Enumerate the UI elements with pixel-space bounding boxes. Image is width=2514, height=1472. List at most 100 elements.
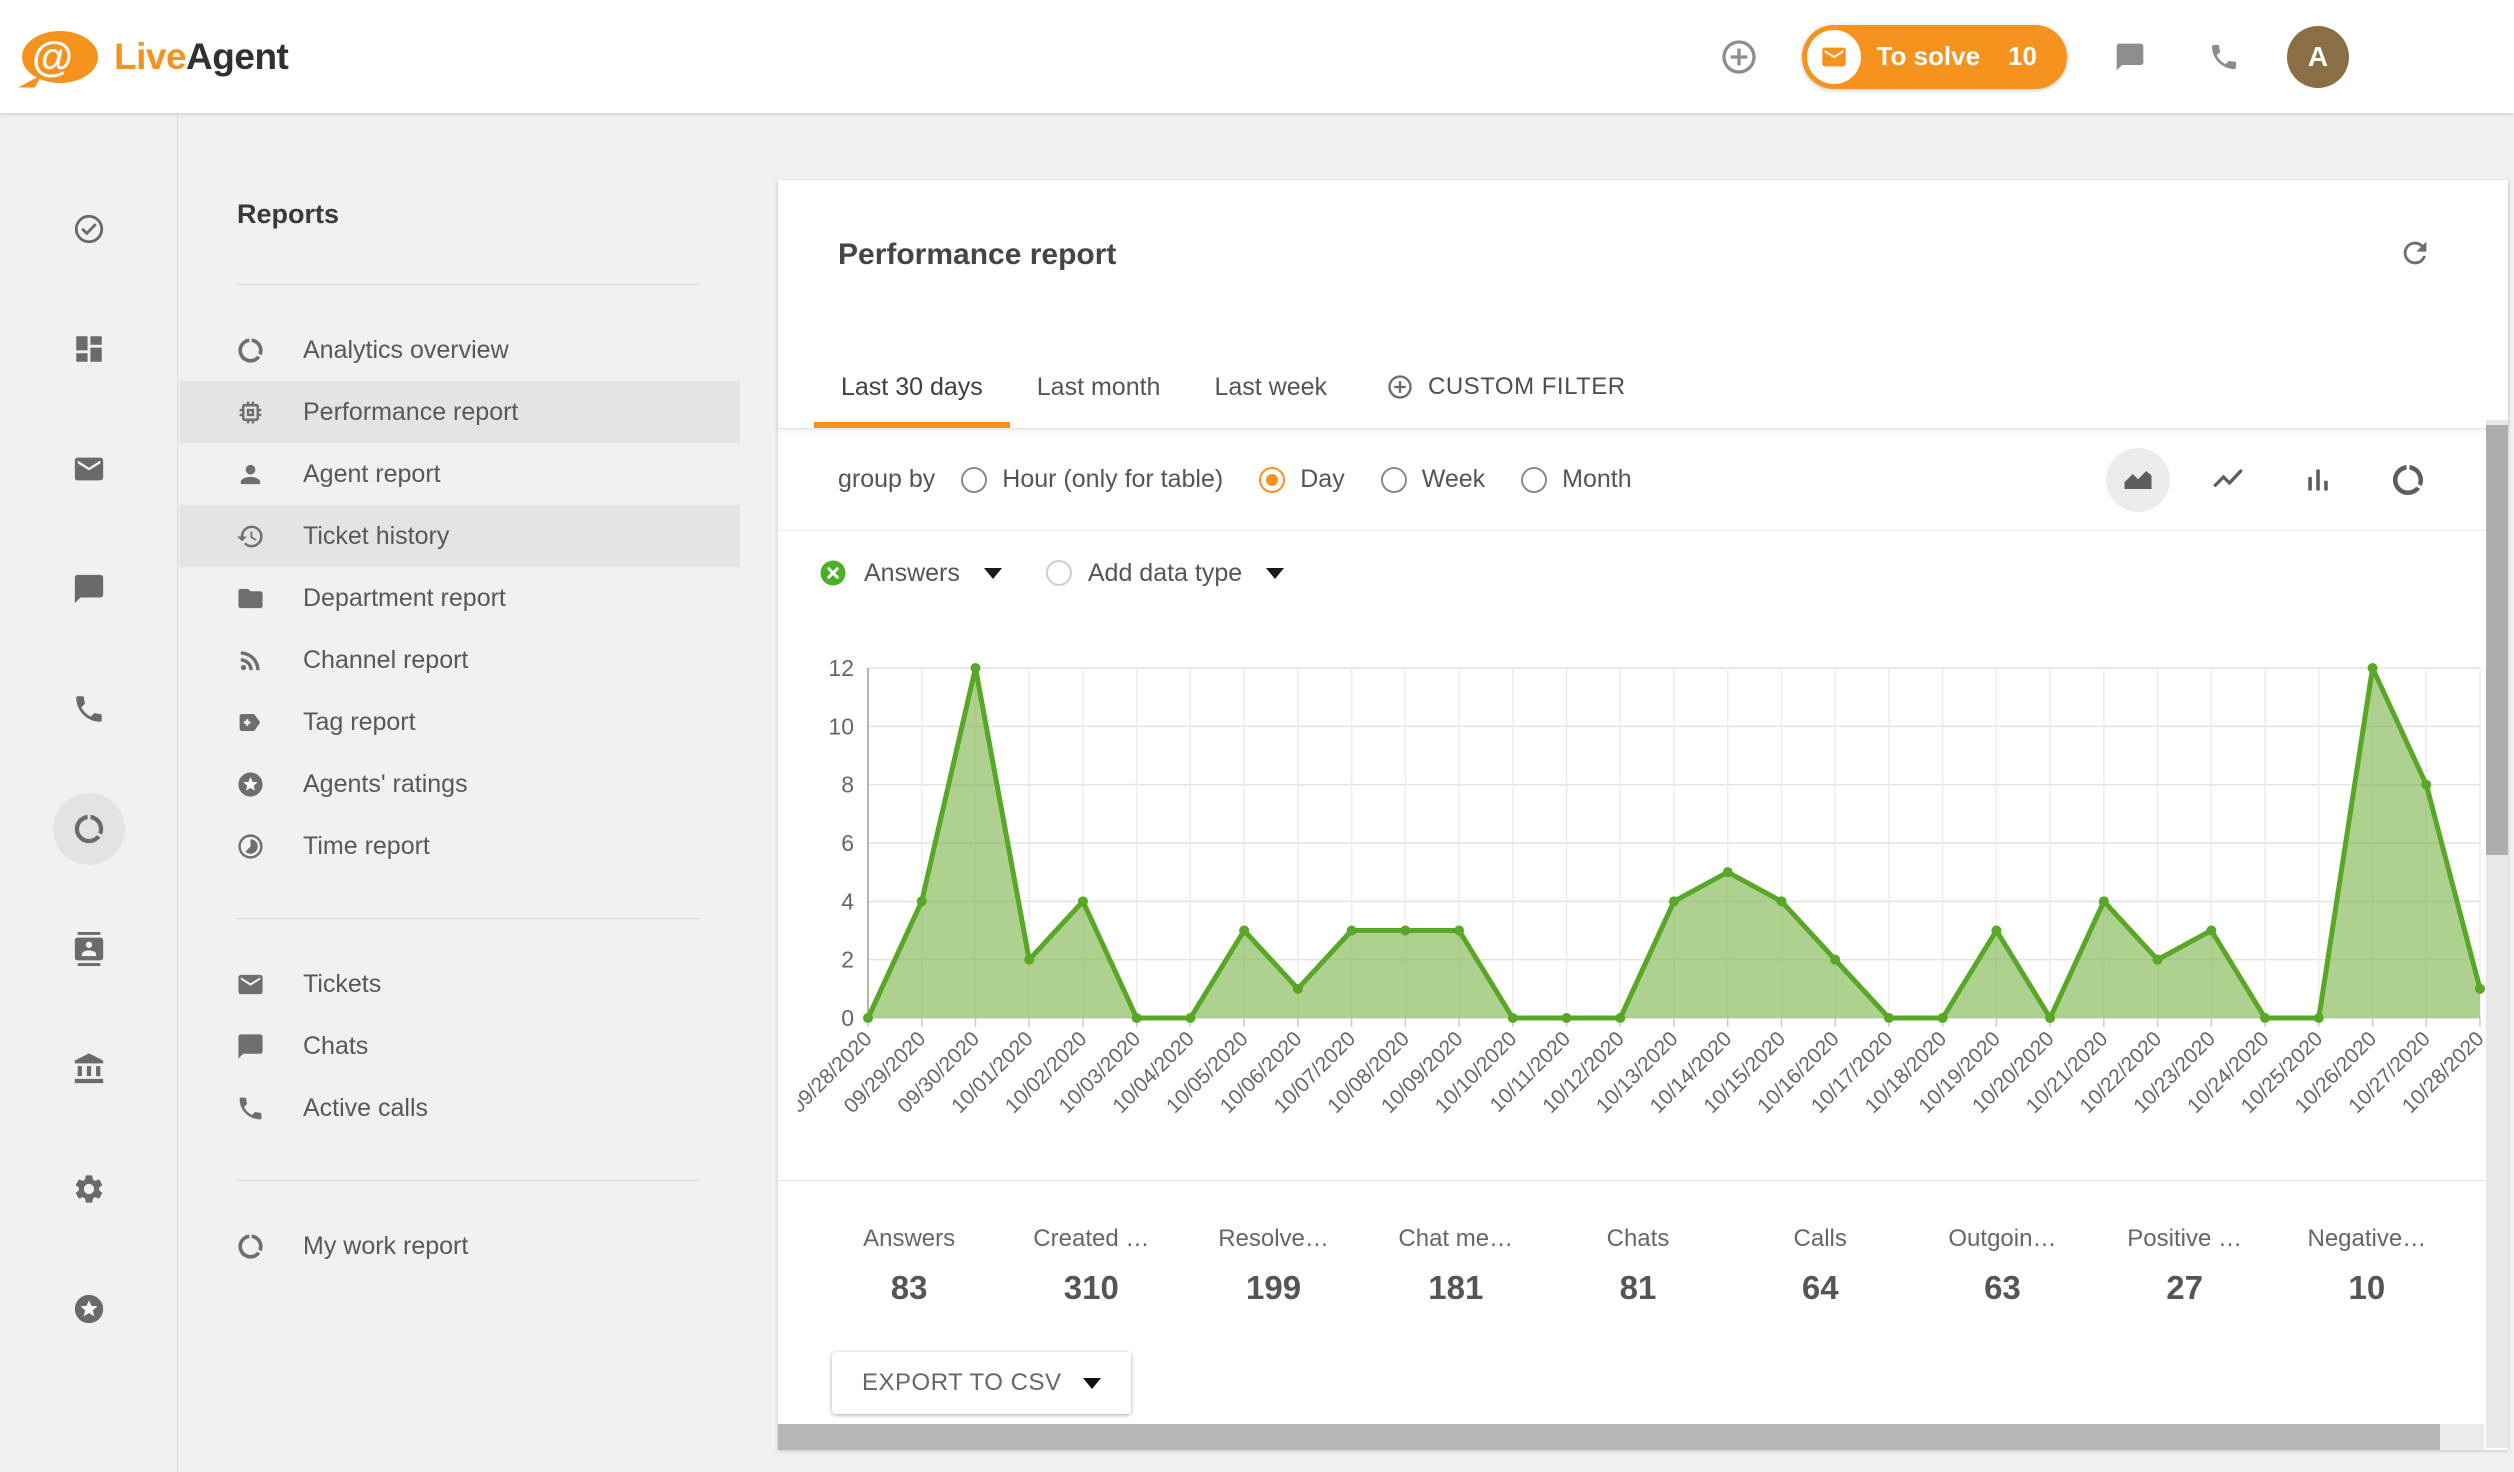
- stat-answers: Answers83: [818, 1181, 1000, 1350]
- toggle-bar-chart[interactable]: [2286, 448, 2350, 512]
- add-data-type-chip[interactable]: Add data type: [1046, 559, 1284, 588]
- envelope-icon: [236, 970, 265, 999]
- stat-created-: Created …310: [1000, 1181, 1182, 1350]
- menu-item-department-report[interactable]: Department report: [179, 567, 740, 629]
- menu-item-active-calls[interactable]: Active calls: [179, 1077, 740, 1139]
- stat-label: Positive …: [2127, 1225, 2242, 1253]
- svg-text:10: 10: [828, 713, 854, 739]
- rail-item-settings[interactable]: [53, 1153, 125, 1225]
- star-circle-icon: [236, 770, 265, 799]
- phone-icon: [2208, 41, 2240, 73]
- menu-item-ticket-history[interactable]: Ticket history: [179, 505, 740, 567]
- line-chart-icon: [2210, 462, 2246, 498]
- tab-last-month[interactable]: Last month: [1010, 346, 1188, 428]
- dashboard-icon: [72, 332, 106, 366]
- tab-last-30-days[interactable]: Last 30 days: [814, 346, 1010, 428]
- menu-item-agent-report[interactable]: Agent report: [179, 443, 740, 505]
- refresh-report-button[interactable]: [2398, 236, 2432, 275]
- custom-filter-button[interactable]: CUSTOM FILTER: [1386, 346, 1626, 428]
- stat-label: Negative…: [2307, 1225, 2426, 1253]
- header-actions: To solve 10 A: [1708, 25, 2349, 89]
- tag-plus-icon: [236, 708, 265, 737]
- rail-item-chats[interactable]: [53, 553, 125, 625]
- bar-chart-icon: [2300, 462, 2336, 498]
- menu-item-tag-report[interactable]: Tag report: [179, 691, 740, 753]
- group-by-option-month[interactable]: Month: [1521, 465, 1631, 494]
- menu-item-label: My work report: [303, 1232, 468, 1261]
- group-by-option-day[interactable]: Day: [1259, 465, 1344, 494]
- menu-item-chats[interactable]: Chats: [179, 1015, 740, 1077]
- menu-item-time-report[interactable]: Time report: [179, 815, 740, 877]
- rail-item-customers[interactable]: [53, 913, 125, 985]
- stat-value: 181: [1428, 1269, 1483, 1307]
- menu-item-label: Channel report: [303, 646, 468, 675]
- chevron-down-icon: [1083, 1378, 1101, 1389]
- stat-chats: Chats81: [1547, 1181, 1729, 1350]
- at-icon: @: [22, 36, 73, 78]
- rail-item-to-solve[interactable]: [53, 193, 125, 265]
- radio-icon[interactable]: [1521, 467, 1547, 493]
- phone-icon: [236, 1094, 265, 1123]
- menu-item-channel-report[interactable]: Channel report: [179, 629, 740, 691]
- rail-item-tickets[interactable]: [53, 433, 125, 505]
- stat-label: Created …: [1033, 1225, 1149, 1253]
- menu-item-my-work-report[interactable]: My work report: [179, 1215, 740, 1277]
- horizontal-scrollbar-thumb[interactable]: [778, 1424, 2440, 1450]
- radio-icon[interactable]: [1381, 467, 1407, 493]
- stat-resolve-: Resolve… 199: [1182, 1181, 1364, 1350]
- menu-item-performance-report[interactable]: Performance report: [179, 381, 740, 443]
- stat-value: 83: [891, 1269, 928, 1307]
- rail-item-gamification[interactable]: [53, 1273, 125, 1345]
- radio-selected-icon[interactable]: [1259, 467, 1285, 493]
- remove-series-icon[interactable]: [818, 558, 848, 588]
- radio-icon[interactable]: [961, 467, 987, 493]
- answers-series-chip[interactable]: Answers: [818, 558, 1002, 588]
- liveagent-logo[interactable]: @ LiveAgent: [22, 31, 288, 83]
- add-chip-label: Add data type: [1088, 559, 1242, 588]
- avatar[interactable]: A: [2287, 26, 2349, 88]
- tab-last-week[interactable]: Last week: [1187, 346, 1354, 428]
- data-usage-icon: [236, 336, 265, 365]
- menu-item-label: Chats: [303, 1032, 368, 1061]
- vertical-scrollbar[interactable]: [2486, 420, 2508, 1448]
- chevron-down-icon: [1266, 568, 1284, 579]
- group-by-option-hour[interactable]: Hour (only for table): [961, 465, 1223, 494]
- toggle-donut-chart[interactable]: [2376, 448, 2440, 512]
- radio-label: Week: [1422, 465, 1485, 494]
- memory-icon: [236, 398, 265, 427]
- area-chart-svg: 02468101209/28/202009/29/202009/30/20201…: [798, 638, 2490, 1178]
- group-by-option-week[interactable]: Week: [1381, 465, 1485, 494]
- vertical-scrollbar-thumb[interactable]: [2486, 425, 2508, 855]
- stat-value: 199: [1246, 1269, 1301, 1307]
- add-new-button[interactable]: [1708, 26, 1770, 88]
- stat-value: 64: [1802, 1269, 1839, 1307]
- menu-divider: [236, 918, 700, 919]
- rail-item-reports[interactable]: [53, 793, 125, 865]
- menu-item-analytics-overview[interactable]: Analytics overview: [179, 319, 740, 381]
- stat-negative-: Negative… 10: [2276, 1181, 2458, 1350]
- stat-label: Chats: [1607, 1225, 1670, 1253]
- group-by-row: group by Hour (only for table)DayWeekMon…: [778, 429, 2508, 531]
- chats-notifications-button[interactable]: [2099, 26, 2161, 88]
- summary-stats-row: Answers83Created …310Resolve…199Chat me……: [778, 1180, 2508, 1350]
- rail-item-dashboard[interactable]: [53, 313, 125, 385]
- menu-item-tickets[interactable]: Tickets: [179, 953, 740, 1015]
- menu-divider: [236, 284, 700, 285]
- donut-chart-icon: [2390, 462, 2426, 498]
- stat-value: 10: [2349, 1269, 2386, 1307]
- logo-agent-text: Agent: [186, 36, 288, 77]
- calls-notifications-button[interactable]: [2193, 26, 2255, 88]
- toggle-line-chart[interactable]: [2196, 448, 2260, 512]
- rail-item-calls[interactable]: [53, 673, 125, 745]
- horizontal-scrollbar[interactable]: [778, 1424, 2508, 1450]
- rail-item-academy[interactable]: [53, 1033, 125, 1105]
- stat-label: Resolve…: [1218, 1225, 1329, 1253]
- toggle-area-chart[interactable]: [2106, 448, 2170, 512]
- to-solve-label: To solve: [1877, 41, 1981, 72]
- export-to-csv-button[interactable]: EXPORT TO CSV: [832, 1352, 1131, 1414]
- liveagent-logo-text: LiveAgent: [114, 36, 288, 78]
- to-solve-button[interactable]: To solve 10: [1802, 25, 2067, 89]
- liveagent-logo-mark: @: [22, 31, 98, 83]
- menu-item-label: Department report: [303, 584, 506, 613]
- menu-item-agents-ratings[interactable]: Agents' ratings: [179, 753, 740, 815]
